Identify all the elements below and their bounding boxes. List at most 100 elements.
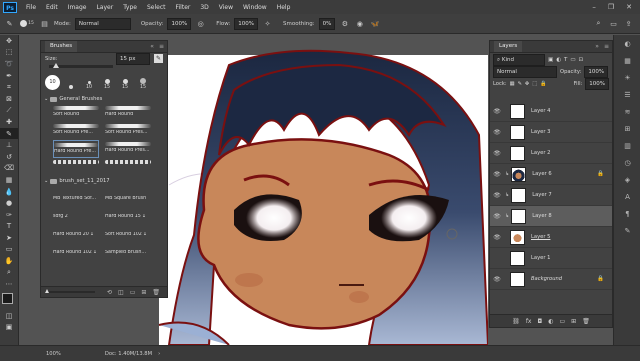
crop-tool-icon[interactable]: ⌗ (0, 81, 18, 93)
pressure-size-icon[interactable]: ◉ (354, 18, 365, 29)
zoom-tool-icon[interactable]: ⌕ (0, 267, 18, 279)
brush-preset[interactable]: Hard Round (105, 104, 151, 122)
menu-view[interactable]: View (214, 4, 238, 11)
toggle-visibility-icon[interactable]: ◫ (118, 289, 124, 296)
move-tool-icon[interactable]: ✥ (0, 35, 18, 47)
menu-help[interactable]: Help (272, 4, 296, 11)
filter-adjust-icon[interactable]: ◐ (556, 57, 561, 63)
mode-select[interactable]: Normal (74, 17, 131, 30)
adjustment-layer-icon[interactable]: ◐ (548, 318, 553, 325)
character-panel-icon[interactable]: A (614, 188, 640, 205)
color-swatches[interactable] (0, 292, 18, 310)
brush-tool-icon[interactable]: ✎ (4, 18, 15, 29)
brush-preset[interactable]: Hard Round Pres... (105, 140, 151, 158)
new-group-icon[interactable]: ▭ (130, 289, 136, 296)
chevron-down-icon[interactable]: ⌄ (44, 96, 48, 102)
status-arrow-icon[interactable]: › (158, 351, 160, 357)
brush-preset[interactable]: Hard Round 20 1 (53, 224, 99, 242)
layer-row[interactable]: Layer 1 (490, 248, 612, 269)
layers-panel-icon[interactable]: ◈ (614, 171, 640, 188)
clone-stamp-tool-icon[interactable]: ⊥ (0, 139, 18, 151)
thumbnail-size-slider[interactable] (45, 289, 95, 293)
frame-tool-icon[interactable]: ⊠ (0, 93, 18, 105)
adjustments-panel-icon[interactable]: ☀ (614, 69, 640, 86)
lasso-tool-icon[interactable]: ➰ (0, 58, 18, 70)
layer-row[interactable]: 👁 Layer 2 (490, 143, 612, 164)
menu-type[interactable]: Type (118, 4, 142, 11)
blend-mode-select[interactable]: Normal (493, 66, 557, 78)
lock-paint-icon[interactable]: ✎ (517, 81, 521, 87)
recent-brush[interactable] (64, 85, 78, 90)
eye-icon[interactable]: 👁 (490, 150, 504, 157)
filter-type-icon[interactable]: T (564, 57, 567, 63)
brush-preset[interactable]: Soft Round Pres... (105, 122, 151, 140)
workspace-icon[interactable]: ▭ (608, 18, 619, 29)
layer-row[interactable]: 👁 Layer 3 (490, 122, 612, 143)
brush-preset[interactable] (105, 158, 151, 176)
filter-kind-select[interactable]: ⌕ Kind (493, 53, 545, 66)
screen-mode-icon[interactable]: ▣ (0, 322, 18, 334)
chevron-down-icon[interactable]: ⌄ (44, 178, 48, 184)
filter-pixel-icon[interactable]: ▣ (548, 57, 553, 63)
airbrush-icon[interactable]: ✧ (262, 18, 273, 29)
eye-icon[interactable]: 👁 (490, 171, 504, 178)
brush-preset[interactable]: MB Square Brush (105, 188, 151, 206)
swatches-panel-icon[interactable]: ▦ (614, 52, 640, 69)
recent-brush[interactable]: 15 (136, 78, 150, 90)
brush-settings-toggle-icon[interactable]: ⟲ (107, 289, 112, 296)
menu-image[interactable]: Image (63, 4, 92, 11)
gear-icon[interactable]: ⚙ (339, 18, 350, 29)
hand-tool-icon[interactable]: ✋ (0, 255, 18, 267)
lock-artboard-icon[interactable]: ⬚ (532, 81, 537, 87)
eye-icon[interactable]: 👁 (490, 108, 504, 115)
history-panel-icon[interactable]: ◷ (614, 154, 640, 171)
paths-panel-icon[interactable]: ▥ (614, 137, 640, 154)
brush-preset[interactable]: Hard Round 102 1 (53, 242, 99, 260)
brush-settings-icon[interactable]: ▤ (39, 18, 50, 29)
layer-row[interactable]: 👁 Background 🔒 (490, 269, 612, 290)
lock-all-icon[interactable]: 🔒 (540, 81, 546, 87)
panel-menu-icon[interactable]: ≡ (159, 43, 167, 50)
brush-preset[interactable]: Soft Round (53, 104, 99, 122)
layer-row[interactable]: 👁 ↳ Layer 7 (490, 185, 612, 206)
layer-row-selected[interactable]: 👁 ↳ Layer 8 (490, 206, 612, 227)
link-layers-icon[interactable]: ⛓ (512, 318, 520, 325)
brush-preset[interactable]: Hard Round 15 1 (105, 206, 151, 224)
size-field[interactable]: 15 px (116, 52, 150, 65)
brush-preset-selected[interactable]: Hard Round Pre... (53, 140, 99, 158)
size-slider-handle[interactable] (53, 63, 59, 68)
close-icon[interactable]: ✕ (626, 3, 632, 11)
pressure-opacity-icon[interactable]: ◎ (195, 18, 206, 29)
foreground-color-swatch[interactable] (2, 293, 13, 305)
eyedropper-tool-icon[interactable]: ⟋ (0, 105, 18, 117)
properties-panel-icon[interactable]: ≋ (614, 103, 640, 120)
brush-tool-icon[interactable]: ✎ (0, 127, 18, 140)
filter-shape-icon[interactable]: ▭ (570, 57, 575, 63)
size-slider[interactable] (49, 63, 113, 68)
new-preset-icon[interactable]: ✎ (154, 54, 163, 63)
menu-3d[interactable]: 3D (195, 4, 213, 11)
recent-brush[interactable]: 10 (45, 75, 60, 90)
eye-icon[interactable]: 👁 (490, 192, 504, 199)
brush-preset[interactable]: Soft Round 102 1 (105, 224, 151, 242)
brush-group-set[interactable]: ⌄ brush_set_11_2017 (41, 176, 167, 186)
brush-preset[interactable]: Soft Round Pre... (53, 122, 99, 140)
shape-tool-icon[interactable]: ▭ (0, 244, 18, 256)
brush-group-general[interactable]: ⌄ General Brushes (41, 94, 167, 104)
smoothing-field[interactable]: 0% (318, 17, 336, 30)
document-size[interactable]: Doc: 1.40M/13.8M (105, 351, 152, 357)
eye-icon[interactable]: 👁 (490, 234, 504, 241)
zoom-level[interactable]: 100% (46, 351, 61, 357)
tab-layers[interactable]: Layers (494, 41, 523, 52)
menu-edit[interactable]: Edit (41, 4, 63, 11)
layer-row[interactable]: 👁 Layer 5 (490, 227, 612, 248)
maximize-icon[interactable]: ❐ (608, 3, 614, 11)
panel-menu-icon[interactable]: ≡ (604, 43, 612, 50)
new-brush-icon[interactable]: ⊞ (141, 289, 146, 296)
color-panel-icon[interactable]: ◐ (614, 35, 640, 52)
brush-preset[interactable]: Sampled Brush... (105, 242, 151, 260)
channels-panel-icon[interactable]: ⊞ (614, 120, 640, 137)
lock-pixels-icon[interactable]: ▦ (510, 81, 515, 87)
layer-style-icon[interactable]: fx (526, 318, 532, 325)
layer-row[interactable]: 👁 Layer 4 (490, 101, 612, 122)
